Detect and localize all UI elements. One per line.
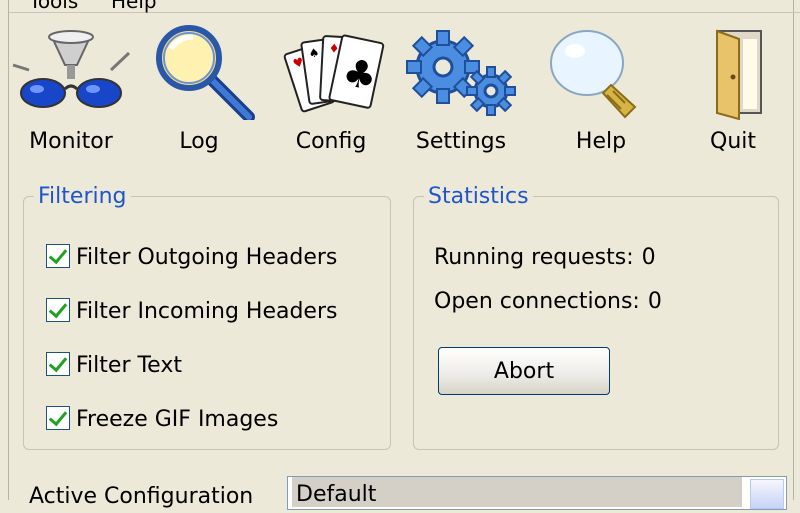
checkbox-checked-icon [46,244,70,268]
checkbox-checked-icon [46,298,70,322]
monitor-label: Monitor [29,129,113,154]
running-requests-label: Running requests: [434,245,634,270]
cards-icon: ♥ ♠ ♦ ♣ [283,34,385,113]
active-configuration-value: Default [292,477,742,507]
quit-label: Quit [710,129,756,154]
svg-text:♠: ♠ [308,45,321,60]
statistics-legend: Statistics [428,184,529,209]
help-label: Help [575,129,627,154]
log-button[interactable]: Log [139,25,259,160]
toolbar: Monitor Log ♥ ♠ ♦ ♣ Config Settings Help… [9,25,800,165]
settings-button[interactable]: Settings [401,25,521,160]
magnifier-icon [156,25,255,120]
menu-tools[interactable]: Tools [29,0,78,12]
monitor-button[interactable]: Monitor [11,25,131,160]
config-label: Config [295,129,367,154]
settings-label: Settings [415,129,507,154]
filter-text-label: Filter Text [76,353,182,378]
freeze-gif-images-checkbox[interactable]: Freeze GIF Images [46,405,278,435]
door-icon [716,29,762,120]
running-requests-value: 0 [641,245,656,270]
log-label: Log [179,129,219,154]
dropdown-arrow-icon[interactable] [750,479,784,509]
running-requests-row: Running requests: 0 [434,243,656,273]
abort-button[interactable]: Abort [438,347,610,395]
filter-text-checkbox[interactable]: Filter Text [46,351,182,381]
main-window: Tools Help Monitor Log ♥ ♠ ♦ ♣ Config Se… [8,0,800,510]
filtering-legend: Filtering [38,184,127,209]
filtering-group: Filtering Filter Outgoing Headers Filter… [23,184,391,450]
menu-bar: Tools Help [9,0,800,13]
checkbox-checked-icon [46,406,70,430]
statistics-group: Statistics Running requests: 0 Open conne… [413,184,779,450]
lightbulb-icon [550,30,637,119]
glasses-icon [12,30,131,108]
filter-outgoing-headers-label: Filter Outgoing Headers [76,245,338,270]
help-button[interactable]: Help [541,25,661,160]
gears-icon [406,30,516,116]
open-connections-value: 0 [647,289,662,314]
active-configuration-select[interactable]: Default [287,476,787,510]
active-configuration-label: Active Configuration [29,484,254,509]
open-connections-row: Open connections: 0 [434,287,662,317]
menu-help[interactable]: Help [111,0,157,12]
config-button[interactable]: ♥ ♠ ♦ ♣ Config [271,25,391,160]
open-connections-label: Open connections: [434,289,640,314]
filter-outgoing-headers-checkbox[interactable]: Filter Outgoing Headers [46,243,337,273]
freeze-gif-images-label: Freeze GIF Images [76,407,279,432]
filter-incoming-headers-checkbox[interactable]: Filter Incoming Headers [46,297,337,327]
filter-incoming-headers-label: Filter Incoming Headers [76,299,338,324]
quit-button[interactable]: Quit [673,25,793,160]
checkbox-checked-icon [46,352,70,376]
